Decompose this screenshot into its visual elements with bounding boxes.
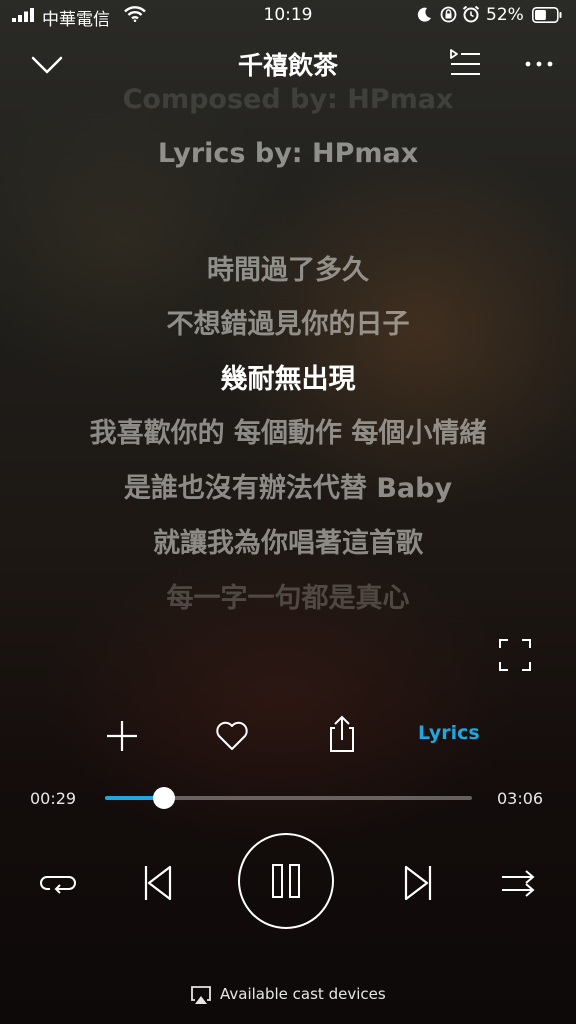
lyric-line: 就讓我為你唱著這首歌 [153, 528, 423, 559]
shuffle-icon[interactable] [496, 861, 540, 905]
airplay-icon [191, 986, 211, 1004]
pause-icon [272, 864, 300, 898]
plus-icon[interactable] [102, 716, 142, 756]
rotation-lock-icon [440, 6, 457, 23]
lyric-line: 時間過了多久 [207, 255, 369, 286]
fullscreen-icon[interactable] [498, 638, 532, 672]
share-icon[interactable] [322, 714, 362, 754]
progress-thumb[interactable] [152, 787, 175, 809]
signal-icon [12, 8, 34, 22]
status-time: 10:19 [263, 5, 313, 25]
playlist-icon[interactable] [448, 47, 482, 81]
more-icon[interactable] [522, 47, 556, 81]
status-bar: 中華電信 10:19 52% [0, 0, 576, 34]
next-icon[interactable] [396, 861, 440, 905]
alarm-icon [462, 5, 480, 23]
duration-time: 03:06 [497, 789, 544, 808]
repeat-icon[interactable] [36, 861, 80, 905]
elapsed-time: 00:29 [30, 789, 77, 808]
lyric-line: 我喜歡你的 每個動作 每個小情緒 [89, 418, 487, 449]
chevron-down-icon[interactable] [30, 48, 64, 82]
cast-devices-button[interactable]: Available cast devices [190, 984, 390, 1006]
lyric-line: Composed by: HPmax [122, 84, 454, 115]
heart-icon[interactable] [212, 716, 252, 756]
wifi-icon [124, 6, 146, 22]
previous-icon[interactable] [136, 861, 180, 905]
lyric-line: 每一字一句都是真心 [166, 583, 410, 614]
carrier-name: 中華電信 [42, 10, 110, 30]
cast-label: Available cast devices [220, 985, 386, 1003]
lyric-line: 是誰也沒有辦法代替 Baby [123, 473, 453, 504]
battery-icon [532, 7, 562, 23]
lyrics-button[interactable]: Lyrics [418, 722, 480, 744]
lyric-line: Lyrics by: HPmax [157, 138, 419, 169]
battery-percentage: 52% [486, 5, 524, 25]
moon-icon [417, 7, 431, 22]
lyric-line: 不想錯過見你的日子 [166, 309, 410, 340]
lyric-line-current: 幾耐無出現 [220, 364, 356, 395]
song-title: 千禧飲茶 [237, 51, 338, 80]
pause-button[interactable] [238, 833, 334, 929]
